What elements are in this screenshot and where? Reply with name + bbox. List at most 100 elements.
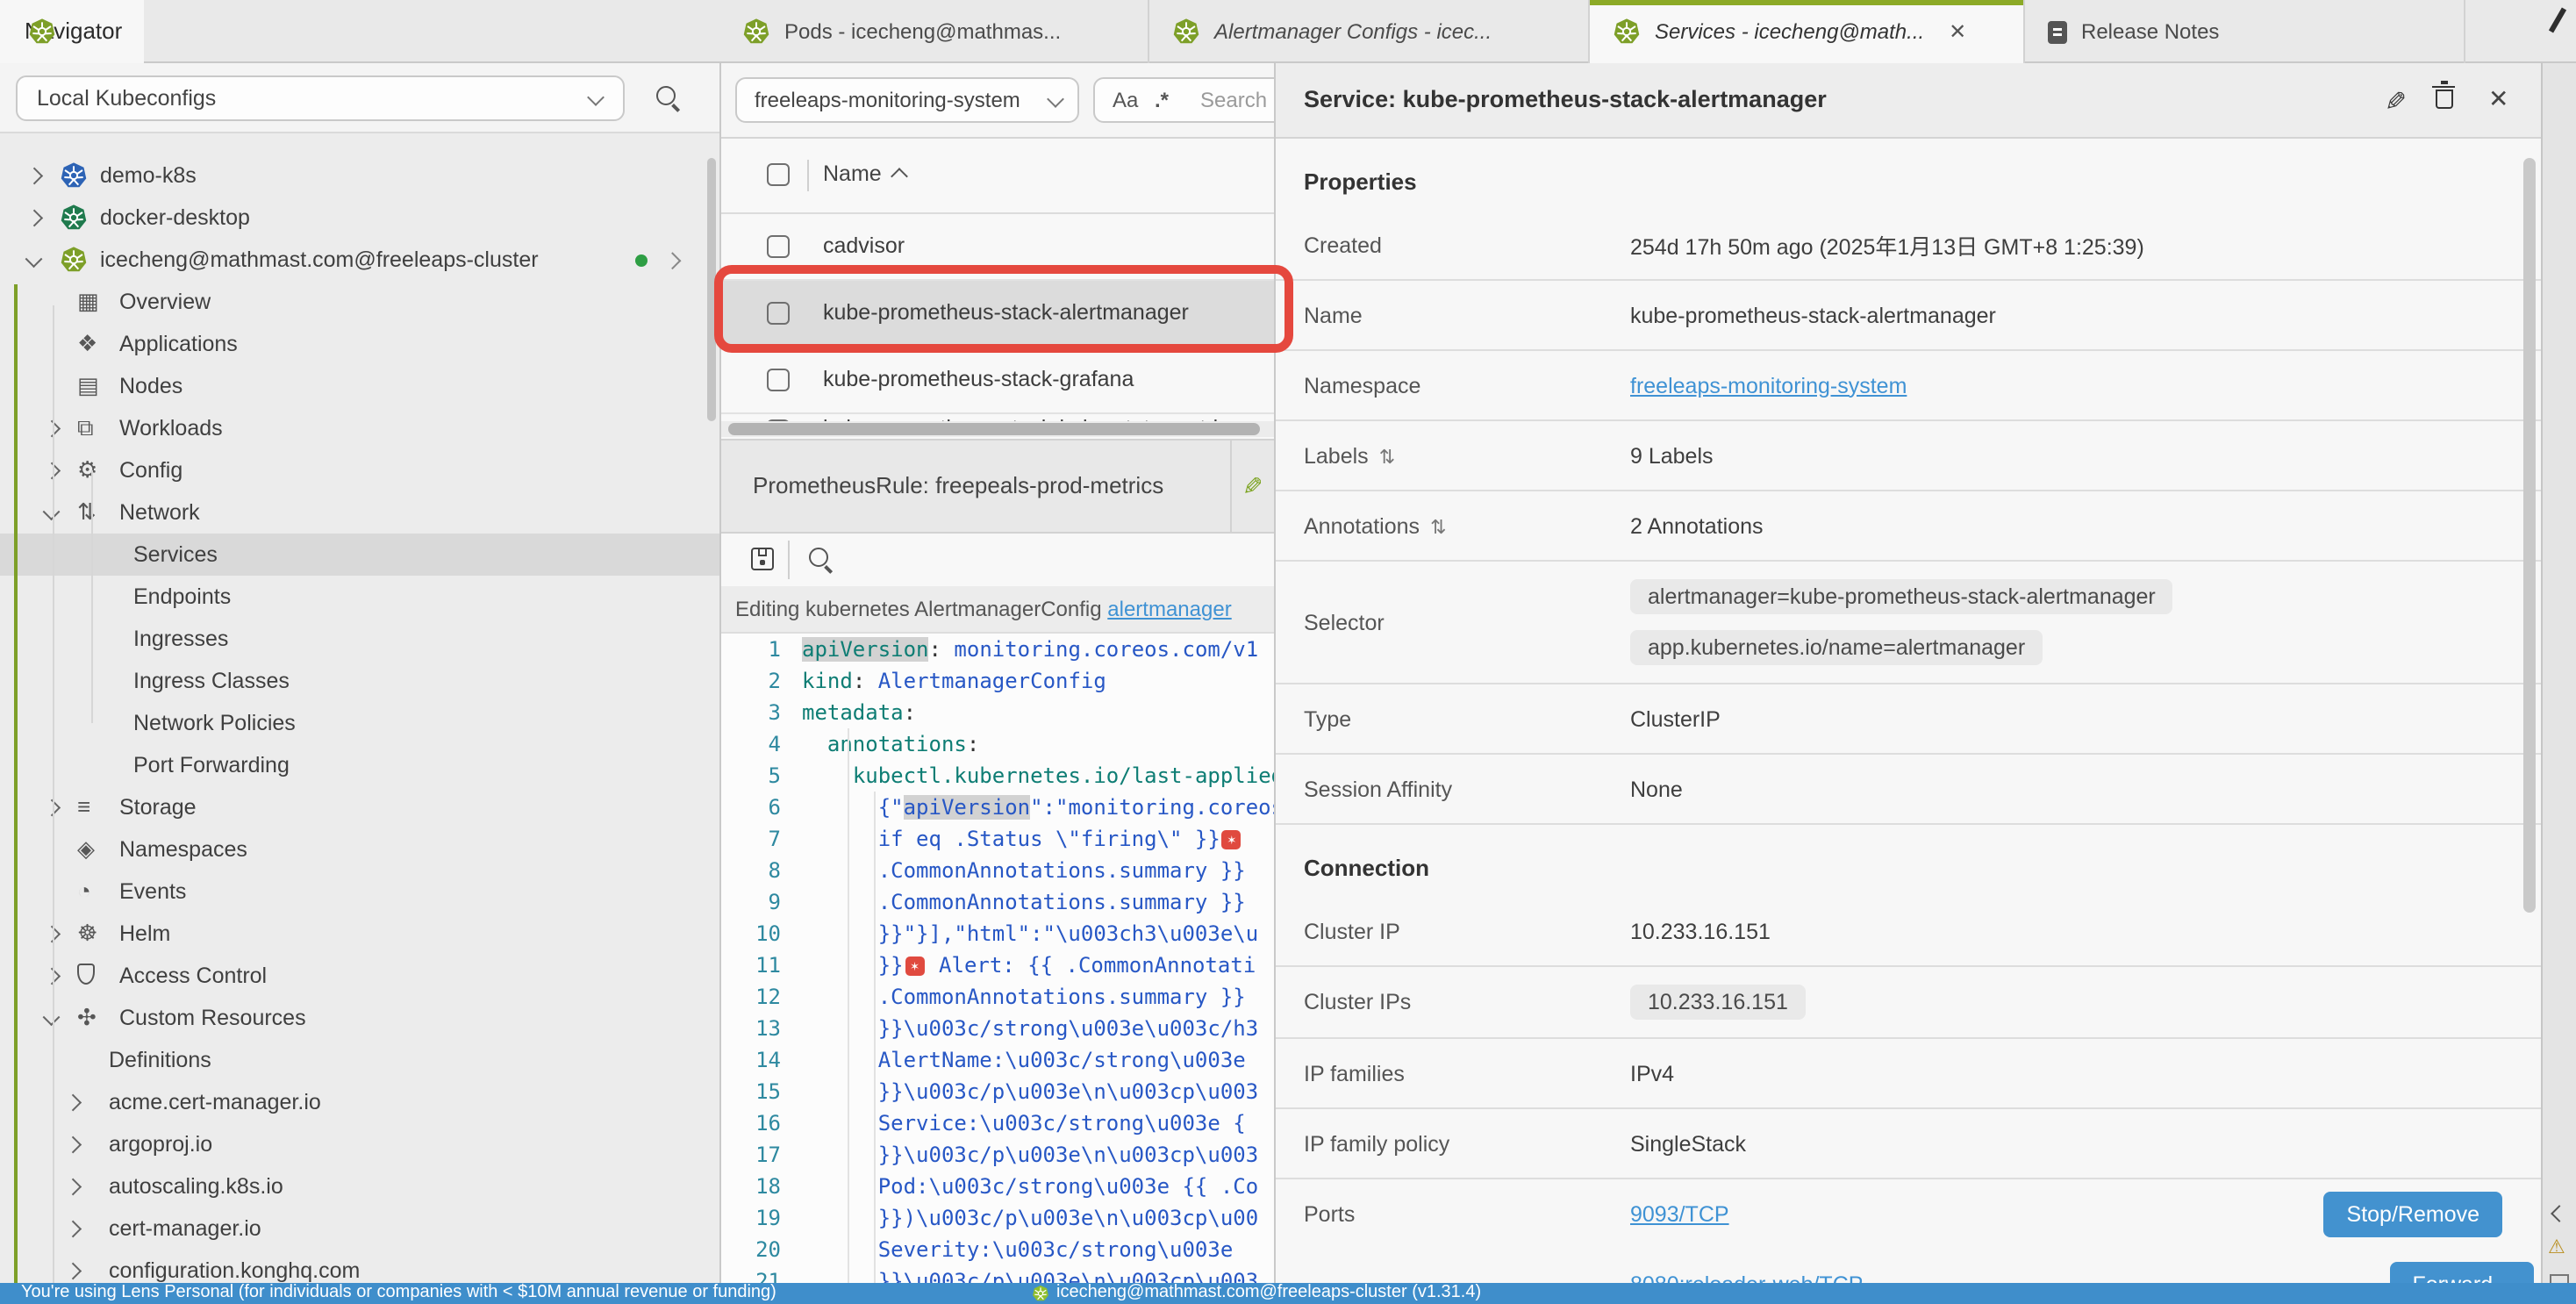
search-input[interactable]: Aa .* Search [1093,77,1274,123]
editor-line: 2kind: AlertmanagerConfig [721,665,1274,697]
tab-title: Services - icecheng@math... [1655,19,1924,44]
sidebar-item-network[interactable]: ⇅Network [0,491,719,534]
sidebar-item-label: icecheng@mathmast.com@freeleaps-cluster [100,239,539,281]
tab-pods-icecheng-mathmas-[interactable]: Pods - icecheng@mathmas... [719,0,1149,63]
sidebar-item-config[interactable]: ⚙Config [0,449,719,491]
yaml-editor[interactable]: 1apiVersion: monitoring.coreos.com/v12ki… [721,634,1274,1283]
table-row-kube-prometheus-stack-grafana[interactable]: kube-prometheus-stack-grafana [721,347,1274,414]
column-header-name[interactable]: Name [823,161,882,186]
sidebar-item-docker-desktop[interactable]: docker-desktop [0,197,719,239]
panel-scrollbar[interactable] [2523,158,2536,913]
row-label: Created [1276,233,1630,257]
sidebar-item-helm[interactable]: ☸Helm [0,913,719,955]
select-all-checkbox[interactable] [767,163,790,186]
sidebar-item-label: demo-k8s [100,154,197,197]
row-checkbox[interactable] [767,235,790,258]
section-heading-properties: Properties [1276,139,2541,211]
port-link[interactable]: 8080:reloader-web/TCP [1630,1272,1863,1283]
collapse-chevron-icon[interactable] [2551,1205,2568,1222]
chevron-right-icon[interactable] [25,210,41,226]
edit-service-icon[interactable]: ✎ [2385,86,2407,118]
sidebar-item-demo-k8s[interactable]: demo-k8s [0,154,719,197]
delete-service-icon[interactable] [2436,90,2453,109]
sidebar-item-network-policies[interactable]: Network Policies [0,702,719,744]
sidebar-item-access-control[interactable]: Access Control [0,955,719,997]
sidebar-item-icecheng-mathmast-com-freeleaps-cluster[interactable]: icecheng@mathmast.com@freeleaps-cluster [0,239,719,281]
sidebar-item-storage[interactable]: ≡Storage [0,786,719,828]
editor-line: 10 }}"}],"html":"\u003ch3\u003e\u [721,918,1274,949]
tab-services-icecheng-math-[interactable]: Services - icecheng@math... ✕ [1590,0,2025,63]
sidebar-item-cert-manager-io[interactable]: cert-manager.io [0,1207,719,1250]
row-label: Cluster IP [1276,919,1630,943]
sidebar-item-definitions[interactable]: Definitions [0,1039,719,1081]
close-tab-icon[interactable]: ✕ [1949,19,1966,44]
sidebar-item-nodes[interactable]: ▤Nodes [0,365,719,407]
regex-toggle[interactable]: .* [1155,79,1169,121]
chevron-right-icon[interactable] [64,1221,80,1236]
line-number: 19 [721,1202,802,1234]
chevron-right-icon[interactable] [43,420,59,436]
sidebar-item-events[interactable]: ◔Events [0,871,719,913]
chevron-right-icon[interactable] [43,968,59,984]
tab-alertmanager-configs-icec-[interactable]: Alertmanager Configs - icec... [1149,0,1590,63]
sidebar-item-acme-cert-manager-io[interactable]: acme.cert-manager.io [0,1081,719,1123]
chevron-right-icon[interactable] [64,1136,80,1152]
search-icon[interactable] [656,86,681,111]
cluster-status-text: icecheng@mathmast.com@freeleaps-cluster … [1056,1283,1481,1304]
stop-remove-button[interactable]: Stop/Remove [2324,1192,2502,1237]
chevron-down-icon[interactable] [25,250,41,266]
row-value: kube-prometheus-stack-alertmanager [1630,303,1996,327]
namespace-select[interactable]: freeleaps-monitoring-system [735,77,1079,123]
sidebar-item-label: Overview [119,281,211,323]
kubeconfig-select[interactable]: Local Kubeconfigs [16,75,625,121]
row-value: 2 Annotations [1630,513,1764,538]
chevron-right-icon[interactable] [43,926,59,942]
sidebar-item-workloads[interactable]: ⧉Workloads [0,407,719,449]
chevron-right-icon[interactable] [64,1179,80,1194]
sort-toggle-icon[interactable]: ⇅ [1379,447,1395,468]
match-case-toggle[interactable]: Aa [1113,79,1138,121]
sidebar-item-label: docker-desktop [100,197,250,239]
sidebar-item-configuration-konghq-com[interactable]: configuration.konghq.com [0,1250,719,1283]
chevron-down-icon[interactable] [43,503,59,519]
sidebar-item-argoproj-io[interactable]: argoproj.io [0,1123,719,1165]
tab-release-notes[interactable]: Release Notes [2025,0,2465,63]
row-label: Ports [1276,1179,1630,1250]
cluster-tree: demo-k8s docker-desktop icecheng@mathmas… [0,133,719,1283]
close-panel-icon[interactable]: ✕ [2488,84,2508,114]
chevron-right-icon[interactable] [664,252,680,268]
editor-line: 20 Severity:\u003c/strong\u003e [721,1234,1274,1265]
editor-search-icon[interactable] [809,548,834,572]
row-checkbox[interactable] [767,369,790,391]
warning-icon[interactable]: ⚠ [2548,1236,2565,1258]
sort-toggle-icon[interactable]: ⇅ [1430,517,1446,538]
prometheusrule-dock-tab[interactable]: PrometheusRule: freepeals-prod-metrics ✎ [721,439,1274,534]
chevron-down-icon[interactable] [43,1008,59,1024]
sidebar-item-namespaces[interactable]: ◈Namespaces [0,828,719,871]
edit-pencil-icon[interactable]: ✎ [1242,472,1263,502]
forward-button[interactable]: Forward... [2389,1262,2534,1283]
alertmanager-link[interactable]: alertmanager [1107,597,1231,621]
chevron-right-icon[interactable] [25,168,41,183]
save-icon[interactable] [751,548,774,570]
sidebar-item-ingress-classes[interactable]: Ingress Classes [0,660,719,702]
line-number: 20 [721,1234,802,1265]
port-link[interactable]: 9093/TCP [1630,1202,1729,1227]
chevron-right-icon[interactable] [64,1263,80,1279]
sidebar-item-services[interactable]: Services [0,534,719,576]
chevron-right-icon[interactable] [43,462,59,478]
sidebar-item-autoscaling-k8s-io[interactable]: autoscaling.k8s.io [0,1165,719,1207]
sidebar-item-applications[interactable]: ❖Applications [0,323,719,365]
panel-row-ip-families: IP familiesIPv4 [1276,1039,2541,1109]
sidebar-item-port-forwarding[interactable]: Port Forwarding [0,744,719,786]
chevron-right-icon[interactable] [64,1094,80,1110]
cluster-status[interactable]: icecheng@mathmast.com@freeleaps-cluster … [1032,1283,1481,1304]
tab-overflow-partial[interactable] [0,0,111,63]
namespace-link[interactable]: freeleaps-monitoring-system [1630,373,1907,398]
sidebar-item-endpoints[interactable]: Endpoints [0,576,719,618]
chevron-right-icon[interactable] [43,799,59,815]
sidebar-item-ingresses[interactable]: Ingresses [0,618,719,660]
sidebar-item-custom-resources[interactable]: ✣Custom Resources [0,997,719,1039]
horizontal-scrollbar[interactable] [721,421,1274,437]
sidebar-item-overview[interactable]: ▦Overview [0,281,719,323]
